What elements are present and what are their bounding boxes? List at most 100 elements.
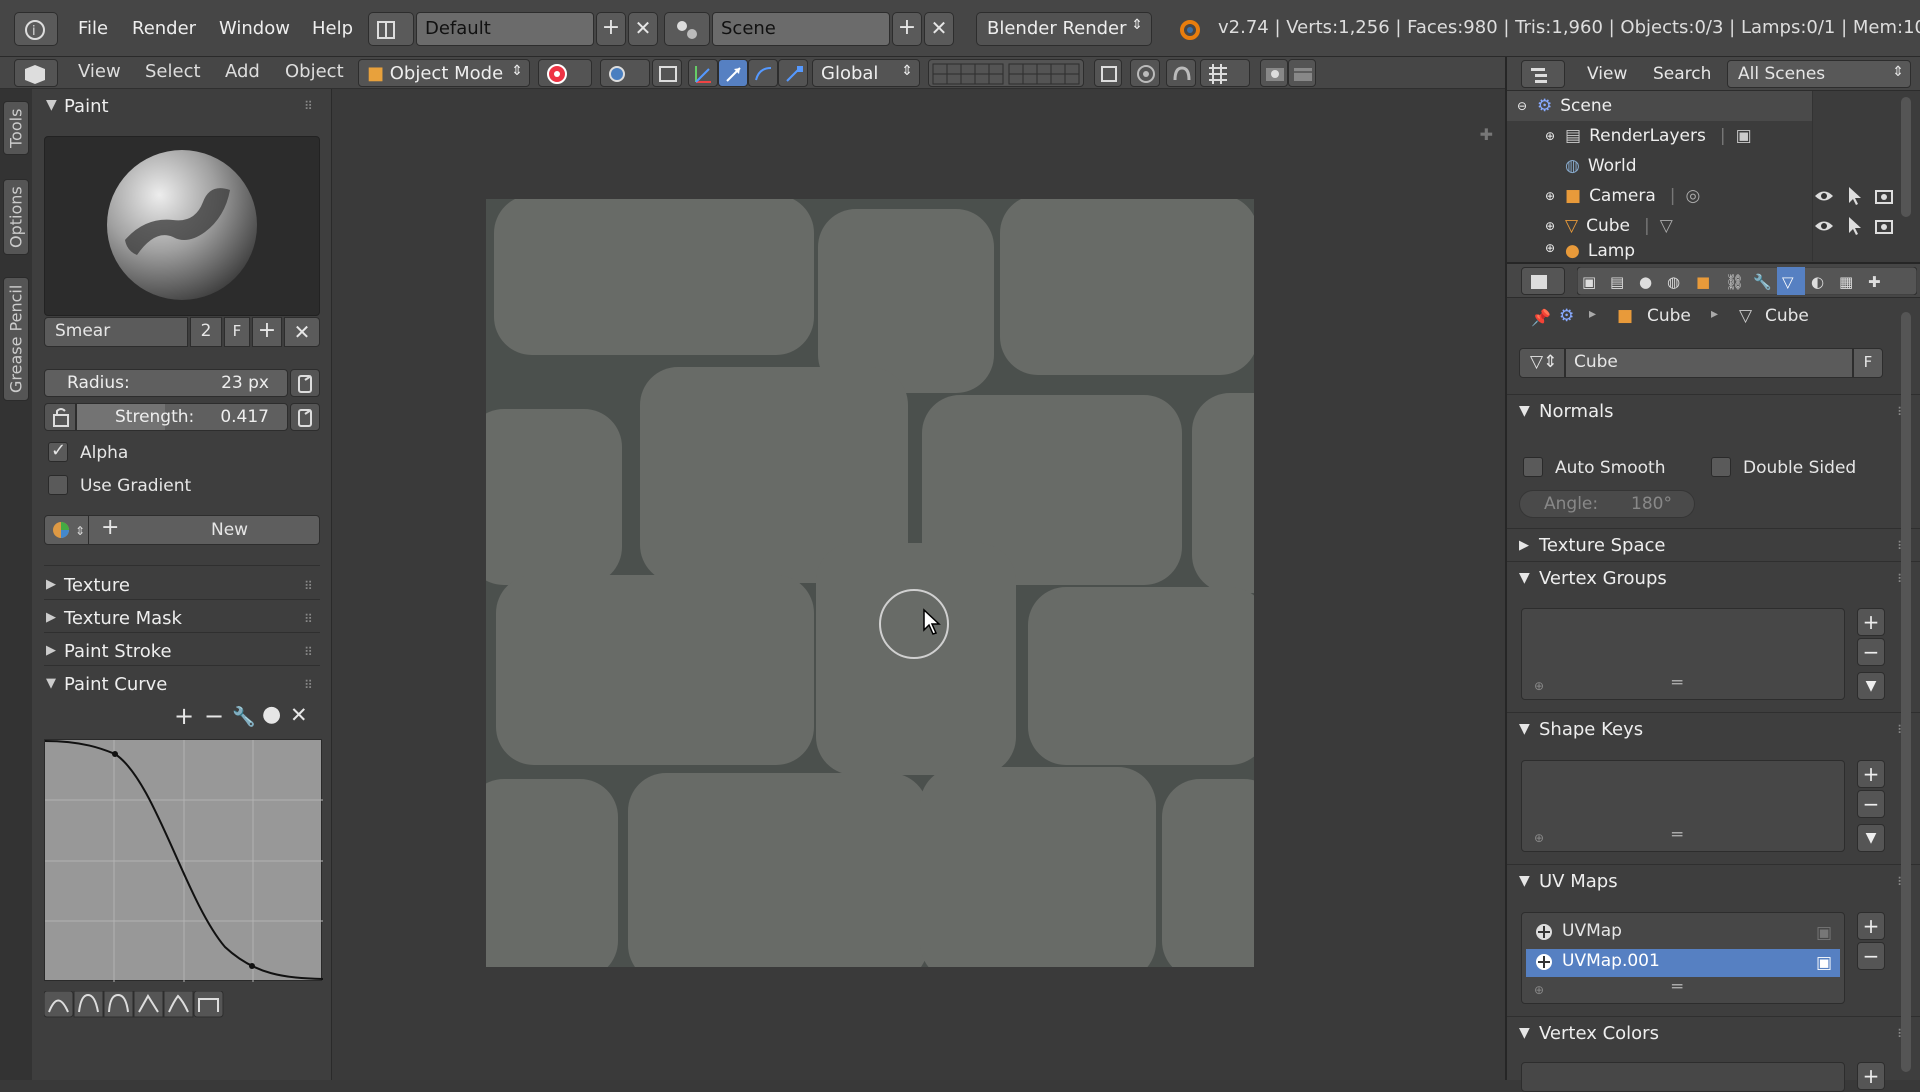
add-screen-icon[interactable]: +: [596, 12, 626, 46]
mesh-fake-user-button[interactable]: F: [1853, 348, 1883, 378]
new-palette-button[interactable]: New: [211, 520, 248, 540]
collapse-triangle-icon[interactable]: ▼: [1519, 403, 1530, 419]
radius-slider[interactable]: Radius: 23 px: [44, 369, 288, 397]
alpha-checkbox[interactable]: ✓: [48, 440, 68, 462]
mode-select[interactable]: ■ Object Mode ⇕: [358, 59, 530, 87]
layers-grid-2[interactable]: [1010, 59, 1084, 87]
render-camera-icon[interactable]: [1873, 185, 1895, 207]
render-camera-icon[interactable]: [1873, 215, 1895, 237]
menu-help[interactable]: Help: [312, 18, 353, 39]
strength-lock-icon[interactable]: [44, 403, 76, 431]
active-render-camera-icon[interactable]: ▣: [1816, 953, 1832, 973]
layer-lock-icon[interactable]: [1094, 59, 1122, 87]
palette-color-icon[interactable]: ⇕: [45, 516, 89, 544]
expand-icon[interactable]: ⊕: [1545, 219, 1565, 233]
strength-slider[interactable]: Strength: 0.417: [76, 403, 288, 431]
outliner-item-world[interactable]: ◍ World: [1565, 151, 1637, 181]
remove-brush-icon[interactable]: ✕: [284, 317, 320, 347]
expand-triangle-icon[interactable]: ▶: [1519, 538, 1529, 553]
panel-title-paint[interactable]: Paint: [64, 96, 109, 117]
handle-icon[interactable]: ●: [262, 702, 281, 727]
info-editor-type-button[interactable]: i: [14, 12, 58, 46]
snap-icon[interactable]: [1166, 59, 1196, 87]
menu-object[interactable]: Object: [285, 61, 344, 82]
menu-file[interactable]: File: [78, 18, 108, 39]
outliner-menu-view[interactable]: View: [1587, 64, 1627, 84]
screen-layout-field[interactable]: Default: [416, 12, 594, 46]
orientation-select[interactable]: Global ⇕: [812, 59, 920, 87]
auto-smooth-checkbox[interactable]: [1523, 457, 1543, 477]
remove-scene-icon[interactable]: ✕: [924, 12, 954, 46]
expand-icon[interactable]: ⊕: [1545, 189, 1565, 203]
outliner-scrollbar[interactable]: [1901, 97, 1911, 217]
clear-curve-icon[interactable]: ✕: [290, 703, 308, 727]
uv-maps-list[interactable]: UVMap ▣ UVMap.001 ▣ ⊕ ═: [1521, 912, 1845, 1004]
angle-field[interactable]: Angle: 180°: [1519, 490, 1695, 518]
mesh-browse-icon[interactable]: ▽⇕: [1519, 348, 1565, 378]
filter-icon[interactable]: ⊕: [1534, 679, 1544, 693]
menu-view[interactable]: View: [78, 61, 121, 82]
filter-icon[interactable]: ⊕: [1534, 831, 1544, 845]
active-render-camera-icon[interactable]: ▣: [1816, 923, 1832, 943]
curve-editor[interactable]: [44, 739, 323, 982]
remove-vertex-group-icon[interactable]: −: [1857, 638, 1885, 666]
panel-title-texture-space[interactable]: Texture Space: [1539, 535, 1665, 556]
tab-options[interactable]: Options: [3, 179, 29, 255]
opengl-animation-icon[interactable]: [1288, 59, 1316, 87]
visibility-eye-icon[interactable]: [1813, 185, 1835, 207]
collapse-icon[interactable]: ⊖: [1517, 99, 1537, 113]
outliner-item-camera[interactable]: ⊕ ■ Camera | ◎: [1545, 181, 1700, 211]
panel-drag-handle[interactable]: ⠿: [304, 678, 314, 692]
panel-drag-handle[interactable]: ⠿: [304, 645, 314, 659]
add-vertex-group-icon[interactable]: +: [1857, 608, 1885, 636]
vertex-group-specials-icon[interactable]: ▼: [1857, 672, 1885, 700]
add-brush-icon[interactable]: +: [252, 317, 282, 347]
tab-grease-pencil[interactable]: Grease Pencil: [3, 277, 29, 401]
add-vertex-color-icon[interactable]: +: [1857, 1062, 1885, 1090]
properties-editor-type-icon[interactable]: [1521, 267, 1565, 295]
panel-title-paint-stroke[interactable]: Paint Stroke: [64, 641, 172, 662]
vertex-colors-list[interactable]: [1521, 1062, 1845, 1092]
outliner-item-scene[interactable]: ⊖ ⚙ Scene: [1517, 91, 1612, 121]
outliner-editor-type-icon[interactable]: [1521, 60, 1565, 88]
double-sided-checkbox[interactable]: [1711, 457, 1731, 477]
use-gradient-checkbox[interactable]: [48, 475, 68, 495]
view3d-editor-type-icon[interactable]: [14, 59, 58, 87]
panel-title-shape-keys[interactable]: Shape Keys: [1539, 719, 1643, 740]
outliner-item-cube[interactable]: ⊕ ▽ Cube | ▽: [1545, 211, 1673, 241]
panel-drag-handle[interactable]: ⠿: [304, 579, 314, 593]
expand-triangle-icon[interactable]: ▶: [46, 643, 56, 658]
breadcrumb-mesh[interactable]: Cube: [1765, 306, 1809, 326]
collapse-triangle-icon[interactable]: ▼: [1519, 721, 1530, 737]
pivot-point-icon[interactable]: [600, 59, 650, 87]
list-resize-handle[interactable]: ═: [1672, 977, 1682, 997]
wrench-icon[interactable]: 🔧: [232, 705, 256, 728]
outliner-item-renderlayers[interactable]: ⊕ ▤ RenderLayers | ▣: [1545, 121, 1752, 151]
add-uv-map-icon[interactable]: +: [1857, 912, 1885, 940]
collapse-triangle-icon[interactable]: ▼: [46, 676, 56, 691]
proportional-edit-icon[interactable]: [1130, 59, 1160, 87]
panel-title-normals[interactable]: Normals: [1539, 401, 1614, 422]
scene-icon[interactable]: [664, 12, 710, 46]
opengl-render-icon[interactable]: [1260, 59, 1288, 87]
scene-breadcrumb-icon[interactable]: ⚙: [1559, 306, 1574, 326]
filter-icon[interactable]: ⊕: [1534, 983, 1544, 997]
brush-preview[interactable]: [44, 136, 320, 316]
visibility-eye-icon[interactable]: [1813, 215, 1835, 237]
select-arrow-icon[interactable]: [1845, 215, 1865, 237]
panel-title-texture-mask[interactable]: Texture Mask: [64, 608, 182, 629]
render-engine-select[interactable]: Blender Render ⇕: [976, 12, 1152, 46]
mesh-name-field[interactable]: Cube: [1565, 348, 1853, 378]
tab-tools[interactable]: Tools: [3, 101, 29, 155]
add-shape-key-icon[interactable]: +: [1857, 760, 1885, 788]
outliner-item-lamp[interactable]: ⊕ ● Lamp: [1545, 241, 1635, 261]
shape-keys-list[interactable]: ⊕ ═: [1521, 760, 1845, 852]
select-arrow-icon[interactable]: [1845, 185, 1865, 207]
brush-name-field[interactable]: Smear: [44, 317, 188, 347]
rotate-manipulator-icon[interactable]: [748, 59, 778, 87]
uv-map-row[interactable]: UVMap ▣: [1526, 919, 1840, 947]
panel-title-texture[interactable]: Texture: [64, 575, 130, 596]
brush-users-count[interactable]: 2: [190, 317, 222, 347]
strength-pressure-icon[interactable]: [290, 403, 320, 431]
scene-field[interactable]: Scene: [712, 12, 890, 46]
